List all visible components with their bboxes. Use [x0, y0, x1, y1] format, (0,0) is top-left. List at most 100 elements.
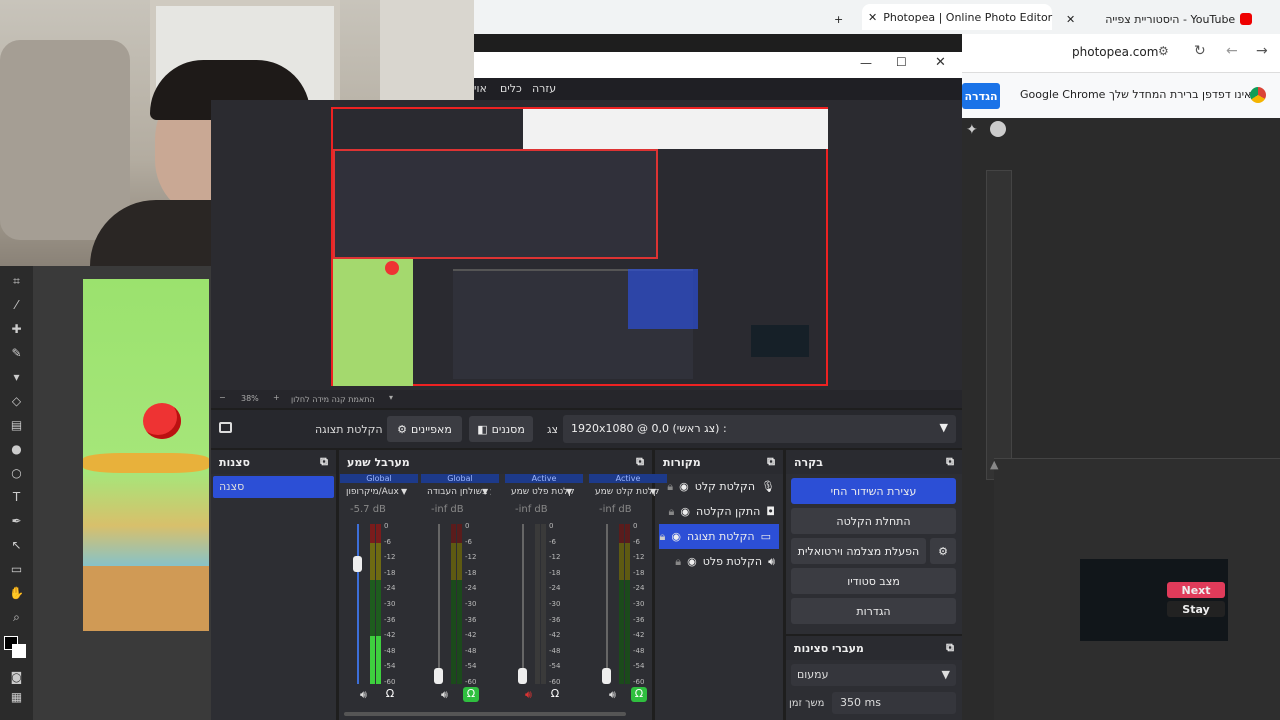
maximize-icon[interactable]: ☐	[896, 55, 907, 69]
menu-other[interactable]: אוי	[474, 82, 487, 95]
stay-button[interactable]: Stay	[1167, 601, 1225, 617]
menu-tools[interactable]: כלים	[500, 82, 522, 95]
virtual-camera-settings-button[interactable]: ⚙	[930, 538, 956, 564]
volume-fader-track[interactable]	[438, 524, 440, 684]
filters-button[interactable]: ◧ מסננים	[469, 416, 533, 442]
close-icon[interactable]: ✕	[868, 11, 877, 24]
chevron-down-icon[interactable]: ▼	[401, 487, 407, 496]
new-tab-button[interactable]: +	[834, 8, 843, 30]
facebook-icon[interactable]	[990, 121, 1006, 137]
type-icon[interactable]: T	[9, 490, 24, 505]
close-window-icon[interactable]: ✕	[935, 55, 946, 70]
mixer-scrollbar[interactable]	[344, 712, 626, 716]
gradient-icon[interactable]: ▤	[9, 418, 24, 433]
dodge-icon[interactable]: ○	[9, 466, 24, 481]
properties-button[interactable]: ⚙ מאפיינים	[387, 416, 462, 442]
eraser-icon[interactable]: ◇	[9, 394, 24, 409]
next-button[interactable]: Next	[1167, 582, 1225, 598]
pen-icon[interactable]: ✒	[9, 514, 24, 529]
channel-db: -5.7 dB	[350, 504, 386, 515]
mixer-channel: Active הקלטת פלט שמע ▼ -inf dB 0 -6 -12 -18 -24-…	[505, 474, 587, 720]
start-recording-button[interactable]: התחלת הקלטה	[791, 508, 956, 534]
speaker-icon[interactable]: 🔊︎	[360, 688, 367, 702]
zoom-icon[interactable]: ⌕	[9, 610, 24, 625]
eye-icon[interactable]: ◉	[687, 555, 697, 568]
display-select[interactable]: 1920x1080 @ 0,0 (צג ראשי) : ▼	[563, 415, 956, 443]
speaker-icon[interactable]: 🔊︎	[441, 688, 448, 702]
eye-icon[interactable]: ◉	[679, 480, 689, 493]
crop-icon[interactable]: ⌗	[9, 274, 24, 289]
blur-icon[interactable]: ●	[9, 442, 24, 457]
background-color[interactable]	[12, 644, 26, 658]
chevron-down-icon[interactable]: ▼	[650, 487, 656, 496]
select-icon[interactable]: ↖	[9, 538, 24, 553]
photopea-canvas[interactable]	[33, 266, 211, 720]
minimize-icon[interactable]: —	[860, 56, 872, 70]
volume-fader-knob[interactable]	[353, 556, 362, 572]
screen-mode-icon[interactable]: ▦	[9, 690, 24, 705]
stamp-icon[interactable]: ▾	[9, 370, 24, 385]
virtual-camera-button[interactable]: הפעלת מצלמה וירטואלית	[791, 538, 926, 564]
source-audio-input[interactable]: 🔒︎ ◉ הקלטת קלט 🎙︎	[655, 474, 783, 499]
eyedropper-icon[interactable]: ⁄	[9, 298, 24, 313]
tab-photopea[interactable]: ✕ Photopea | Online Photo Editor	[862, 4, 1052, 30]
eye-icon[interactable]: ◉	[671, 530, 681, 543]
undock-icon[interactable]: ⧉	[946, 641, 954, 655]
volume-fader-track[interactable]	[606, 524, 608, 684]
default-browser-infobar: הגדרה Google Chrome אינו דפדפן ברירת המח…	[962, 72, 1280, 118]
forward-icon[interactable]: ←	[1226, 43, 1238, 59]
undock-icon[interactable]: ⧉	[767, 455, 775, 469]
chevron-down-icon[interactable]: ▼	[566, 487, 572, 496]
hand-icon[interactable]: ✋	[9, 586, 24, 601]
chevron-down-icon[interactable]: ▾	[389, 393, 393, 402]
back-icon[interactable]: →	[1256, 43, 1268, 59]
site-settings-icon[interactable]: ⚙	[1158, 44, 1169, 58]
volume-fader-knob[interactable]	[434, 668, 443, 684]
volume-fader-knob[interactable]	[602, 668, 611, 684]
tab-youtube[interactable]: ✕ היסטוריית צפייה - YouTube	[1060, 8, 1260, 30]
headphones-icon[interactable]: Ω	[382, 687, 398, 702]
reload-icon[interactable]: ↻	[1194, 43, 1206, 59]
volume-meter	[625, 524, 630, 684]
eye-icon[interactable]: ◉	[680, 505, 690, 518]
headphones-icon[interactable]: Ω	[547, 687, 563, 702]
undock-icon[interactable]: ⧉	[946, 455, 954, 469]
scene-item[interactable]: סצנה	[213, 476, 334, 498]
quickmask-icon[interactable]: ◙	[9, 670, 24, 685]
settings-button[interactable]: הגדרות	[791, 598, 956, 624]
lock-icon[interactable]: 🔒︎	[675, 555, 681, 569]
meter-tick: -42	[633, 631, 645, 640]
headphones-icon[interactable]: Ω	[631, 687, 647, 702]
zoom-out-icon[interactable]: −	[219, 393, 226, 402]
duration-input[interactable]: 350 ms	[832, 692, 956, 714]
undock-icon[interactable]: ⧉	[636, 455, 644, 469]
muted-speaker-icon[interactable]: 🔊︎	[525, 688, 532, 702]
volume-fader-track[interactable]	[357, 524, 359, 684]
twitter-icon[interactable]: ✦	[966, 122, 978, 138]
volume-fader-track[interactable]	[522, 524, 524, 684]
meter-tick: -60	[384, 678, 396, 686]
speaker-icon[interactable]: 🔊︎	[609, 688, 616, 702]
volume-fader-knob[interactable]	[518, 668, 527, 684]
obs-preview[interactable]	[211, 100, 962, 390]
set-default-button[interactable]: הגדרה	[962, 83, 1000, 109]
zoom-in-icon[interactable]: +	[273, 393, 280, 402]
menu-help[interactable]: עזרה	[532, 82, 556, 95]
close-icon[interactable]: ✕	[1066, 13, 1075, 26]
stop-streaming-button[interactable]: עצירת השידור החי	[791, 478, 956, 504]
headphones-icon[interactable]: Ω	[463, 687, 479, 702]
studio-mode-button[interactable]: מצב סטודיו	[791, 568, 956, 594]
transition-select[interactable]: עמעום ▼	[791, 664, 956, 686]
transitions-dock: מעברי סצינות ⧉ עמעום ▼ משך זמן 350 ms	[786, 636, 962, 720]
obs-titlebar: — ☐ ✕	[474, 52, 962, 78]
source-display-capture[interactable]: 🔒︎ ◉ הקלטת תצוגה ▭	[659, 524, 779, 549]
source-audio-output[interactable]: 🔒︎ ◉ הקלטת פלט 🔊︎	[655, 549, 783, 574]
healing-icon[interactable]: ✚	[9, 322, 24, 337]
address-bar[interactable]: photopea.com ⚙ ↻ ← →	[962, 34, 1280, 72]
undock-icon[interactable]: ⧉	[320, 455, 328, 469]
captured-screen[interactable]	[331, 107, 828, 386]
source-capture-device[interactable]: 🔒︎ ◉ התקן הקלטה ◘	[655, 499, 783, 524]
chevron-down-icon[interactable]: ▼	[482, 487, 488, 496]
brush-icon[interactable]: ✎	[9, 346, 24, 361]
shape-icon[interactable]: ▭	[9, 562, 24, 577]
